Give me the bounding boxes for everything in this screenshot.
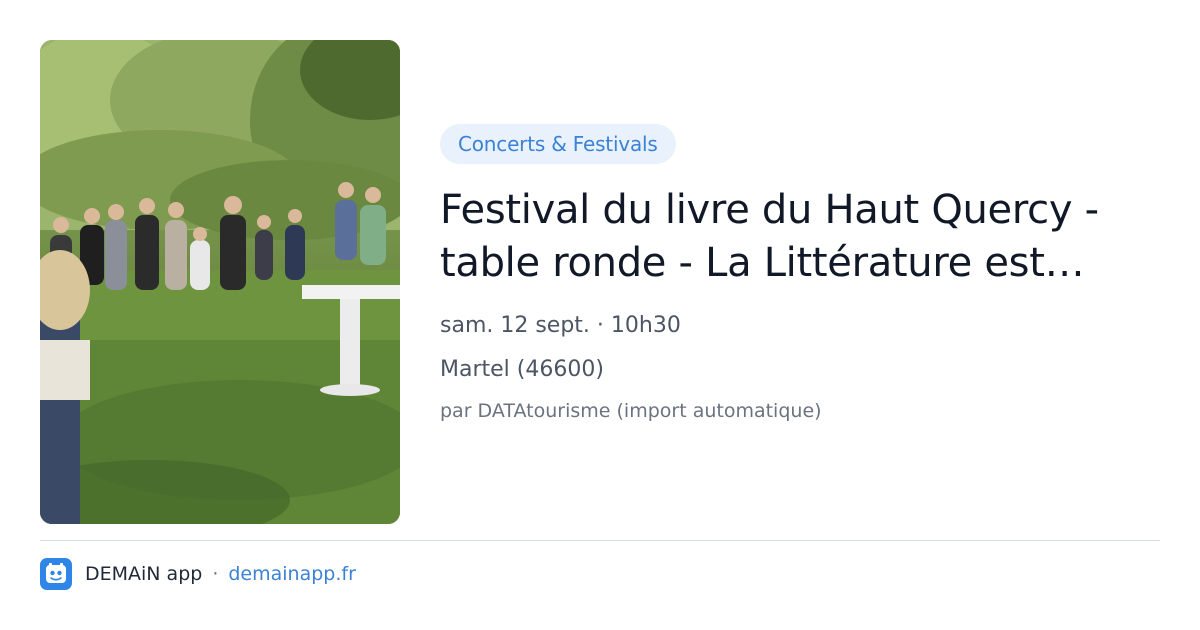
event-location: Martel (46600) [440, 357, 604, 382]
event-datetime: sam. 12 sept. · 10h30 [440, 313, 681, 338]
category-badge[interactable]: Concerts & Festivals [440, 124, 676, 164]
event-source: par DATAtourisme (import automatique) [440, 400, 822, 422]
event-title[interactable]: Festival du livre du Haut Quercy - table… [440, 184, 1140, 290]
app-name: DEMAiN app [85, 563, 203, 585]
event-photo [40, 40, 400, 524]
footer: DEMAiN app · demainapp.fr [40, 558, 356, 590]
footer-divider [40, 540, 1160, 541]
preview-card[interactable]: Concerts & Festivals Festival du livre d… [0, 0, 1200, 630]
separator-dot: · [212, 563, 219, 585]
app-logo-icon [40, 558, 72, 590]
app-domain-link[interactable]: demainapp.fr [228, 563, 356, 585]
event-details: Concerts & Festivals Festival du livre d… [440, 124, 1160, 425]
